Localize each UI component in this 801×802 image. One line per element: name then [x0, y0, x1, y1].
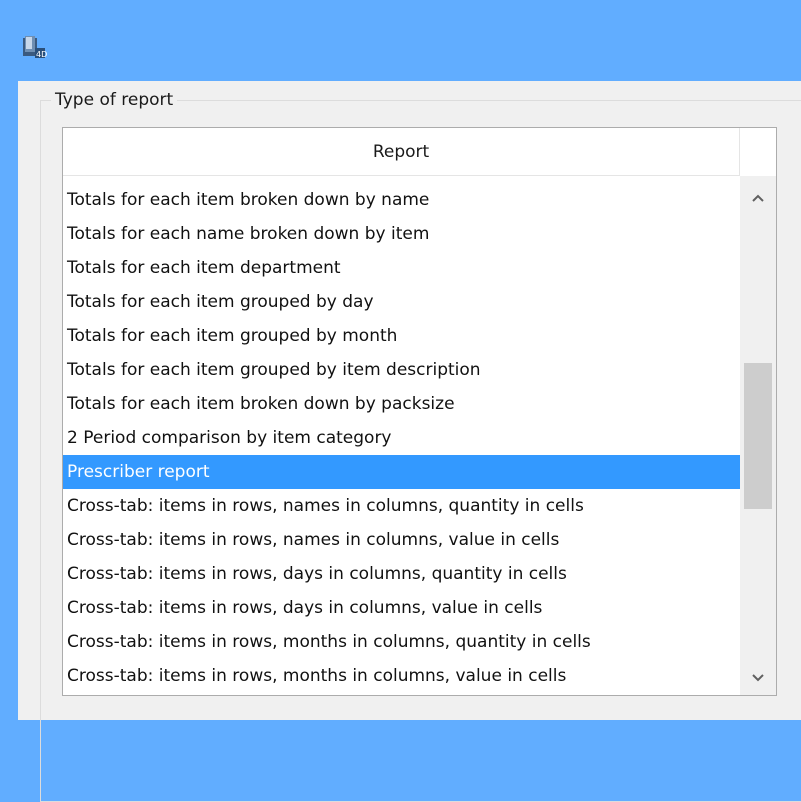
app-icon[interactable]: 4D — [21, 32, 47, 60]
dialog-body: Type of report Report Totals for each it… — [18, 81, 801, 802]
scroll-thumb[interactable] — [744, 363, 772, 509]
list-item[interactable]: Totals for each item broken down by pack… — [63, 387, 740, 421]
list-item[interactable]: Cross-tab: items in rows, days in column… — [63, 557, 740, 591]
report-list-rows: Totals for each item broken down by name… — [63, 183, 740, 693]
chevron-up-icon — [752, 194, 764, 202]
list-item[interactable]: Totals for each item grouped by day — [63, 285, 740, 319]
vertical-scrollbar[interactable] — [740, 176, 776, 695]
list-item[interactable]: Cross-tab: items in rows, days in column… — [63, 591, 740, 625]
column-header-report[interactable]: Report — [63, 128, 740, 175]
list-header: Report — [63, 128, 740, 176]
report-list[interactable]: Report Totals for each item broken down … — [62, 127, 777, 696]
list-item[interactable]: Totals for each item grouped by month — [63, 319, 740, 353]
scroll-down-button[interactable] — [740, 661, 776, 695]
list-item[interactable]: Prescriber report — [63, 455, 740, 489]
list-item[interactable]: Cross-tab: items in rows, names in colum… — [63, 489, 740, 523]
svg-text:4D: 4D — [36, 50, 47, 59]
list-item[interactable]: Totals for each name broken down by item — [63, 217, 740, 251]
list-item[interactable]: Cross-tab: items in rows, months in colu… — [63, 625, 740, 659]
title-bar[interactable]: 4D — [0, 0, 801, 81]
list-item[interactable]: 2 Period comparison by item category — [63, 421, 740, 455]
list-item[interactable]: Totals for each item grouped by item des… — [63, 353, 740, 387]
chevron-down-icon — [752, 674, 764, 682]
list-item[interactable]: Totals for each item broken down by name — [63, 183, 740, 217]
list-item[interactable]: Totals for each item department — [63, 251, 740, 285]
group-legend: Type of report — [51, 89, 178, 111]
scroll-up-button[interactable] — [740, 181, 776, 215]
list-item[interactable]: Cross-tab: items in rows, names in colum… — [63, 523, 740, 557]
list-item[interactable]: Cross-tab: items in rows, months in colu… — [63, 659, 740, 693]
